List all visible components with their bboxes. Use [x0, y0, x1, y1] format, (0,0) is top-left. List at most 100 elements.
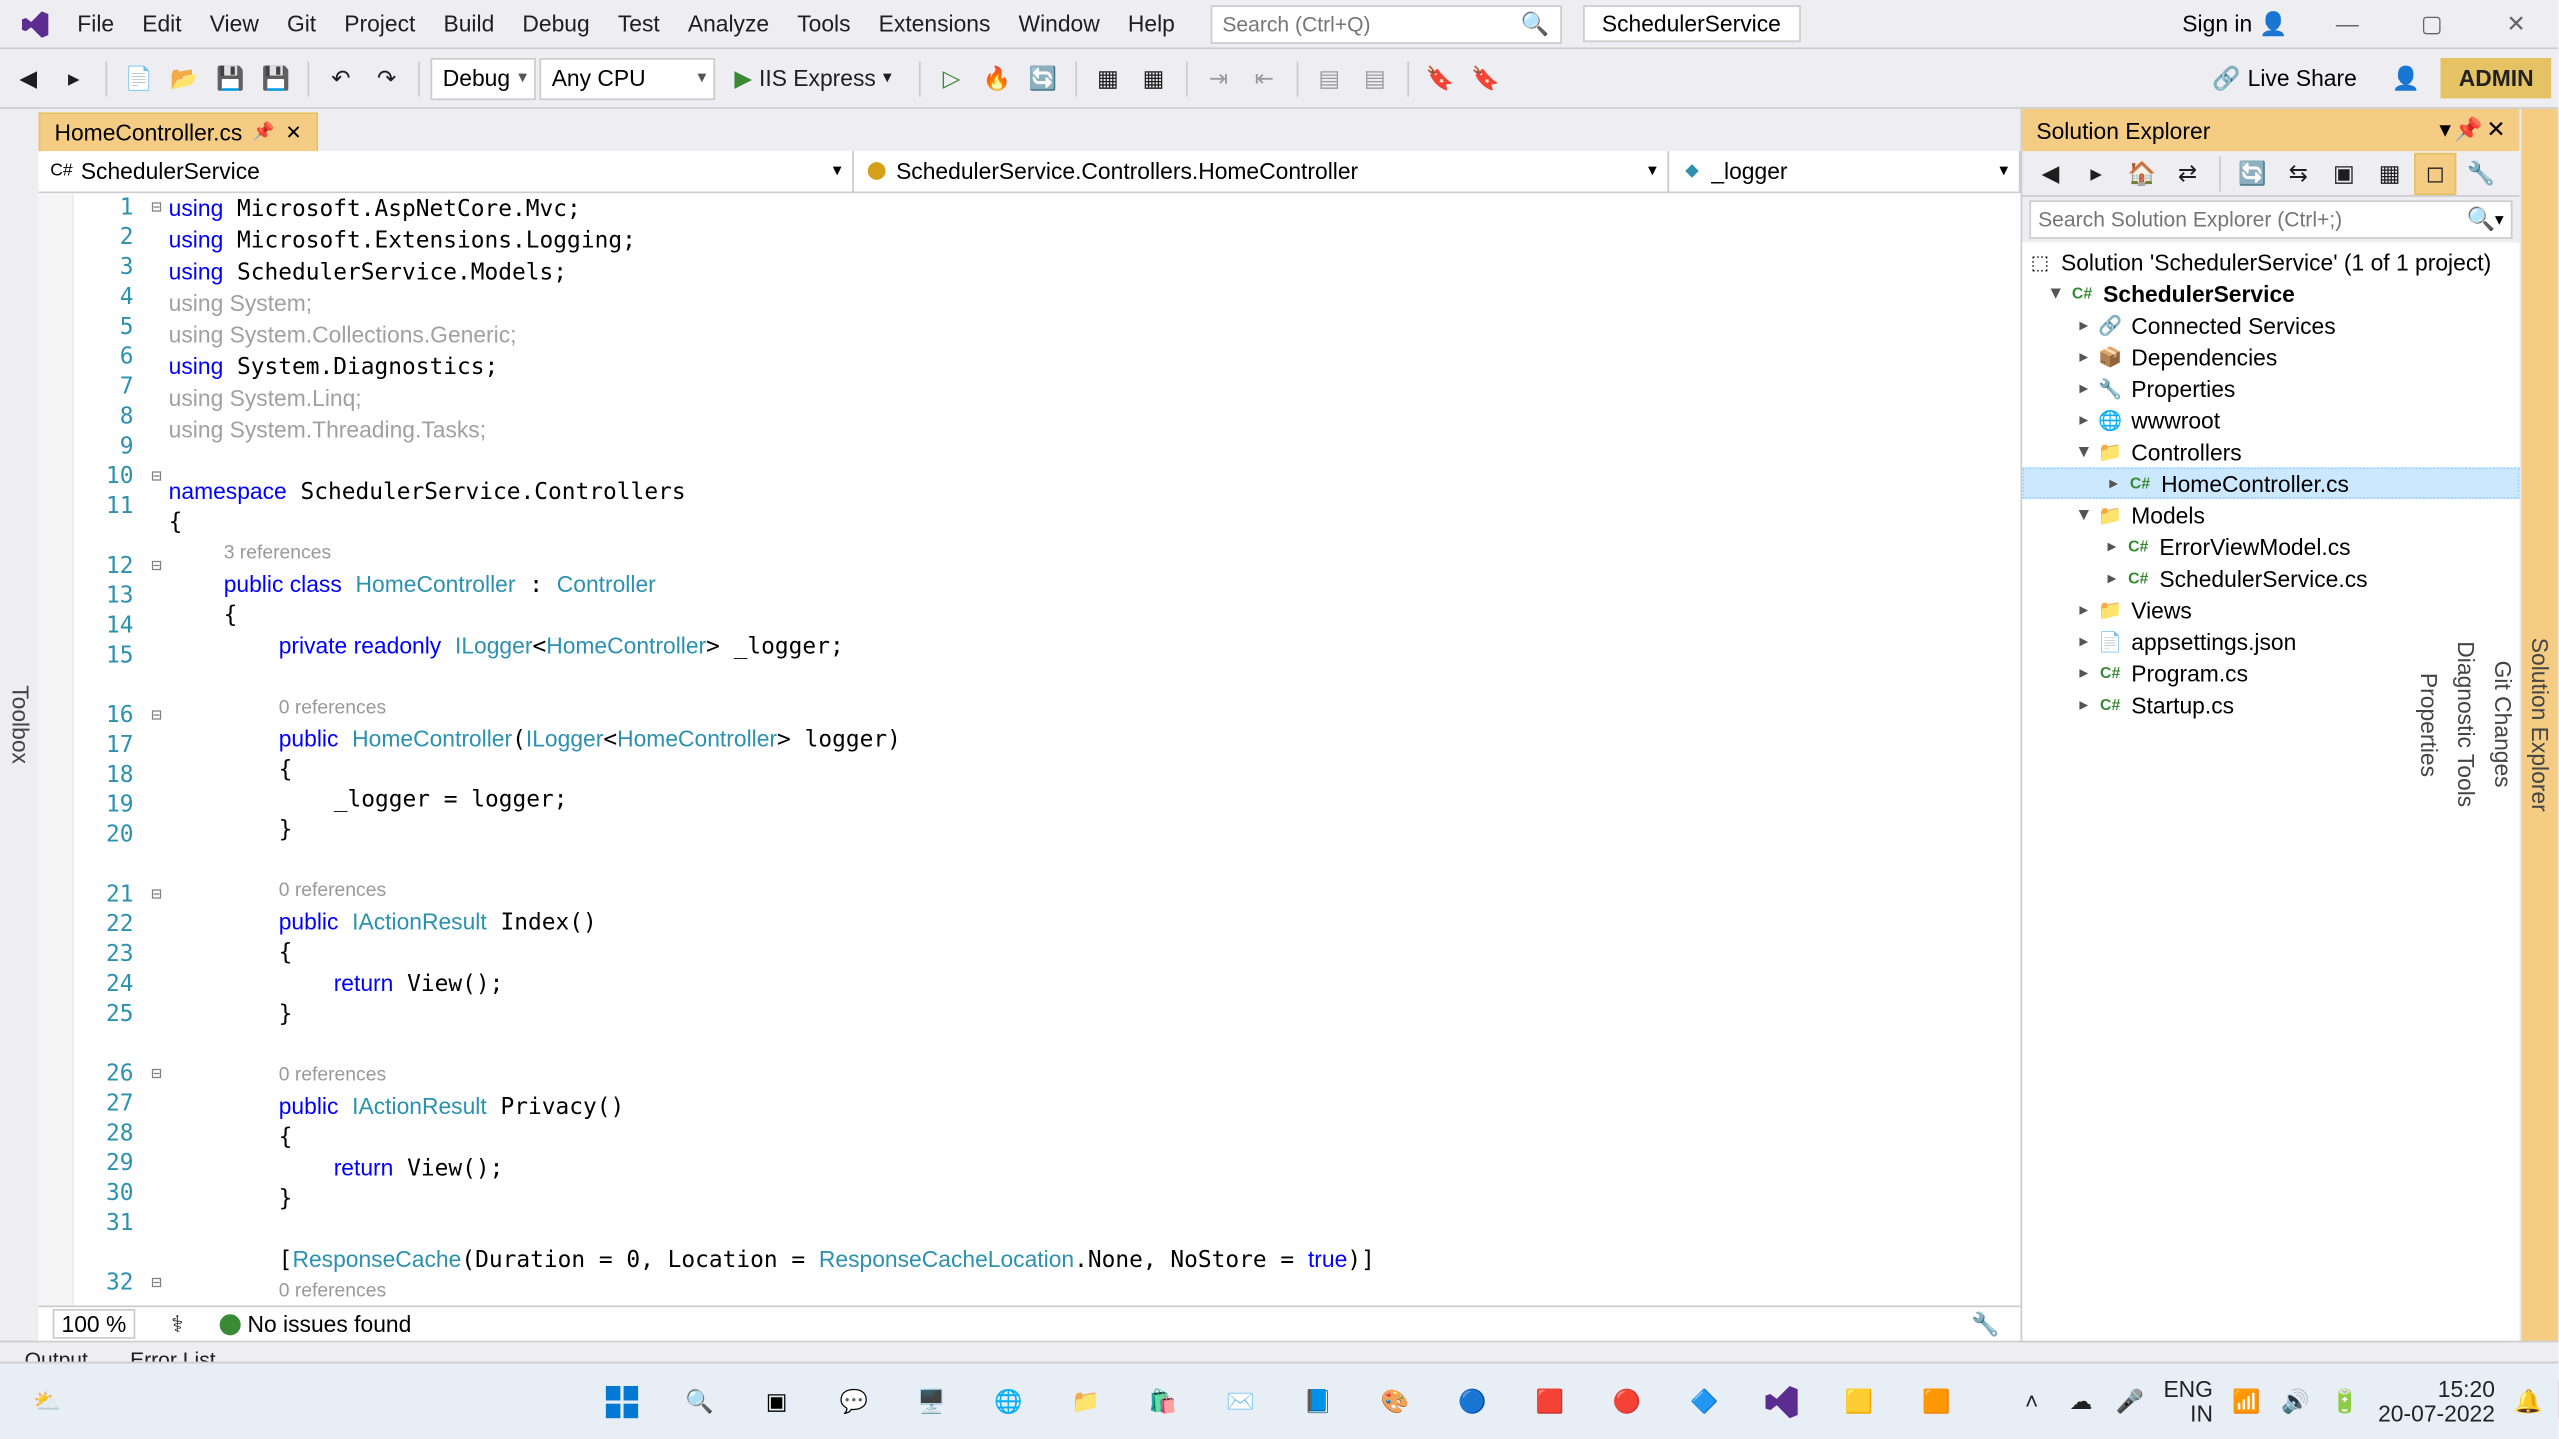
quick-search-input[interactable] [1222, 11, 1520, 36]
expand-icon[interactable]: ▸ [2072, 379, 2097, 398]
open-button[interactable]: 📂 [163, 57, 205, 99]
member-combo[interactable]: ◆ _logger [1669, 151, 2020, 191]
weather-widget[interactable]: ⛅ [14, 1368, 81, 1435]
volume-icon[interactable]: 🔊 [2280, 1385, 2312, 1417]
bookmark-icon[interactable]: 🔖 [1419, 57, 1461, 99]
expand-icon[interactable]: ▸ [2101, 474, 2126, 493]
run-button[interactable]: ▶ IIS Express ▾ [719, 57, 908, 99]
code-text[interactable]: using Microsoft.AspNetCore.Mvc; using Mi… [169, 193, 2021, 1305]
tray-chevron-icon[interactable]: ˄ [2016, 1385, 2048, 1417]
browser-link-button[interactable]: 🔄 [1022, 57, 1064, 99]
toolbox-tab[interactable]: Toolbox [2, 109, 39, 1341]
breakpoint-gutter[interactable] [39, 193, 74, 1305]
rail-git-changes[interactable]: Git Changes [2484, 109, 2521, 1341]
step-2-icon[interactable]: ▦ [1132, 57, 1174, 99]
se-back-icon[interactable]: ◀ [2029, 152, 2071, 194]
issues-indicator[interactable]: No issues found [219, 1311, 411, 1337]
onedrive-icon[interactable]: ☁ [2065, 1385, 2097, 1417]
save-button[interactable]: 💾 [209, 57, 251, 99]
expand-icon[interactable]: ▸ [2100, 537, 2125, 556]
se-collapse-icon[interactable]: ▣ [2323, 152, 2365, 194]
expand-icon[interactable]: ▸ [2072, 315, 2097, 334]
close-tab-icon[interactable]: ✕ [285, 121, 301, 144]
menu-tools[interactable]: Tools [783, 4, 864, 44]
config-combo[interactable]: Debug [430, 57, 535, 99]
menu-window[interactable]: Window [1004, 4, 1113, 44]
new-project-button[interactable]: 📄 [118, 57, 160, 99]
clock[interactable]: 15:2020-07-2022 [2378, 1377, 2495, 1426]
minimize-button[interactable]: — [2312, 0, 2382, 48]
menu-analyze[interactable]: Analyze [674, 4, 783, 44]
app-icon[interactable]: 🔷 [1671, 1368, 1738, 1435]
menu-test[interactable]: Test [604, 4, 674, 44]
edge-icon[interactable]: 🌐 [975, 1368, 1042, 1435]
fold-gutter[interactable]: ⊟ ⊟ ⊟ ⊟ ⊟ ⊟ ⊟ [144, 193, 169, 1305]
liveshare-button[interactable]: 🔗 Live Share [2198, 64, 2371, 92]
expand-icon[interactable]: ▸ [2072, 663, 2097, 682]
feedback-button[interactable]: 👤 [2385, 57, 2427, 99]
start-button[interactable] [589, 1368, 656, 1435]
expand-icon[interactable]: ▼ [2072, 442, 2097, 461]
expand-icon[interactable]: ▸ [2072, 600, 2097, 619]
pin-icon[interactable]: 📌 [253, 123, 275, 142]
teamviewer-icon[interactable]: 🔵 [1439, 1368, 1506, 1435]
nav-back-button[interactable]: ◀ [7, 57, 49, 99]
app-icon[interactable]: 🟨 [1826, 1368, 1893, 1435]
app-icon[interactable]: 🟧 [1903, 1368, 1970, 1435]
quick-search[interactable]: 🔍 [1210, 4, 1561, 43]
se-refresh-icon[interactable]: 🔄 [2231, 152, 2273, 194]
explorer-icon[interactable]: 🖥️ [898, 1368, 965, 1435]
expand-icon[interactable]: ▸ [2072, 695, 2097, 714]
file-explorer-icon[interactable]: 📁 [1052, 1368, 1119, 1435]
save-all-button[interactable]: 💾 [255, 57, 297, 99]
class-combo[interactable]: ⬤ SchedulerService.Controllers.HomeContr… [854, 151, 1669, 191]
solution-search-input[interactable] [2038, 207, 2466, 232]
app-icon[interactable]: 📘 [1284, 1368, 1351, 1435]
menu-project[interactable]: Project [330, 4, 429, 44]
wifi-icon[interactable]: 📶 [2231, 1385, 2263, 1417]
maximize-button[interactable]: ▢ [2397, 0, 2467, 48]
se-sync-icon[interactable]: ⇆ [2277, 152, 2319, 194]
menu-edit[interactable]: Edit [128, 4, 195, 44]
rail-solution-explorer[interactable]: Solution Explorer [2521, 109, 2558, 1341]
menu-help[interactable]: Help [1114, 4, 1189, 44]
se-showall-icon[interactable]: ▦ [2368, 152, 2410, 194]
search-button[interactable]: 🔍 [666, 1368, 733, 1435]
menu-view[interactable]: View [196, 4, 273, 44]
se-home-icon[interactable]: 🏠 [2121, 152, 2163, 194]
rail-properties[interactable]: Properties [2411, 109, 2448, 1341]
zoom-combo[interactable]: 100 % [53, 1309, 135, 1339]
se-fwd-icon[interactable]: ▸ [2075, 152, 2117, 194]
menu-debug[interactable]: Debug [508, 4, 603, 44]
language-indicator[interactable]: ENGIN [2163, 1377, 2212, 1426]
task-view-button[interactable]: ▣ [743, 1368, 810, 1435]
expand-icon[interactable]: ▸ [2072, 347, 2097, 366]
health-indicator-icon[interactable]: ⚕ [156, 1303, 198, 1345]
battery-icon[interactable]: 🔋 [2329, 1385, 2361, 1417]
rail-diagnostic-tools[interactable]: Diagnostic Tools [2448, 109, 2485, 1341]
code-editor[interactable]: 1 2 3 4 5 6 7 8 9 10 11 12 13 14 15 16 1… [39, 193, 2021, 1305]
chrome-icon[interactable]: 🔴 [1594, 1368, 1661, 1435]
run-no-debug-button[interactable]: ▷ [930, 57, 972, 99]
expand-icon[interactable]: ▸ [2072, 632, 2097, 651]
visual-studio-icon[interactable] [1748, 1368, 1815, 1435]
expand-icon[interactable]: ▼ [2072, 505, 2097, 524]
close-button[interactable]: ✕ [2481, 0, 2551, 48]
expand-icon[interactable]: ▸ [2100, 568, 2125, 587]
expand-icon[interactable]: ▸ [2072, 410, 2097, 429]
se-switch-icon[interactable]: ⇄ [2166, 152, 2208, 194]
file-tab-active[interactable]: HomeController.cs 📌 ✕ [39, 112, 318, 151]
undo-button[interactable]: ↶ [320, 57, 362, 99]
menu-file[interactable]: File [63, 4, 128, 44]
project-combo[interactable]: C# SchedulerService [39, 151, 854, 191]
bookmark-nav-icon[interactable]: 🔖 [1464, 57, 1506, 99]
screwdriver-icon[interactable]: 🔧 [1964, 1303, 2006, 1345]
expand-icon[interactable]: ▼ [2043, 284, 2068, 303]
menu-git[interactable]: Git [273, 4, 330, 44]
redo-button[interactable]: ↷ [365, 57, 407, 99]
notification-icon[interactable]: 🔔 [2513, 1385, 2545, 1417]
anydesk-icon[interactable]: 🟥 [1516, 1368, 1583, 1435]
app-icon[interactable]: 🎨 [1362, 1368, 1429, 1435]
step-1-icon[interactable]: ▦ [1087, 57, 1129, 99]
platform-combo[interactable]: Any CPU [539, 57, 715, 99]
